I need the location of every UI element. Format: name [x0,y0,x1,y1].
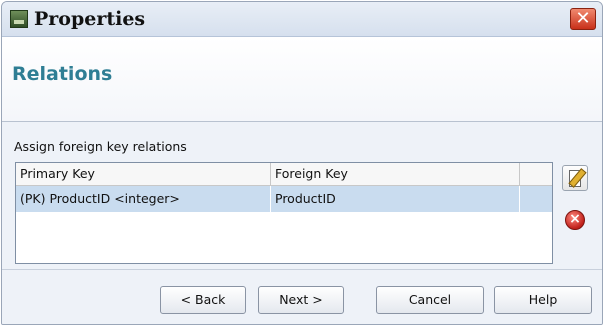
table-row[interactable]: (PK) ProductID <integer> ProductID [16,186,552,212]
column-header-extra [520,163,552,185]
next-button[interactable]: Next > [258,286,344,314]
cell-foreign-key[interactable]: ProductID [271,186,520,212]
relations-table[interactable]: Primary Key Foreign Key (PK) ProductID <… [15,162,553,264]
delete-relation-button[interactable]: × [562,207,588,233]
back-button[interactable]: < Back [160,286,246,314]
window-title: Properties [34,8,146,30]
column-header-foreign-key[interactable]: Foreign Key [271,163,520,185]
button-bar: < Back Next > Cancel Help [2,269,602,324]
delete-icon: × [565,210,585,230]
cancel-button[interactable]: Cancel [376,286,484,314]
help-button[interactable]: Help [494,286,592,314]
app-icon [10,10,28,28]
cell-primary-key[interactable]: (PK) ProductID <integer> [16,186,271,212]
close-button[interactable]: ✕ [570,8,596,30]
column-header-primary-key[interactable]: Primary Key [16,163,271,185]
properties-dialog: Properties ✕ Relations Assign foreign ke… [1,1,603,325]
page-title: Relations [12,63,113,85]
title-bar: Properties ✕ [2,2,602,37]
instruction-label: Assign foreign key relations [14,139,187,154]
edit-relation-button[interactable] [562,165,588,191]
header-panel: Relations [2,37,602,122]
table-header: Primary Key Foreign Key [16,163,552,186]
